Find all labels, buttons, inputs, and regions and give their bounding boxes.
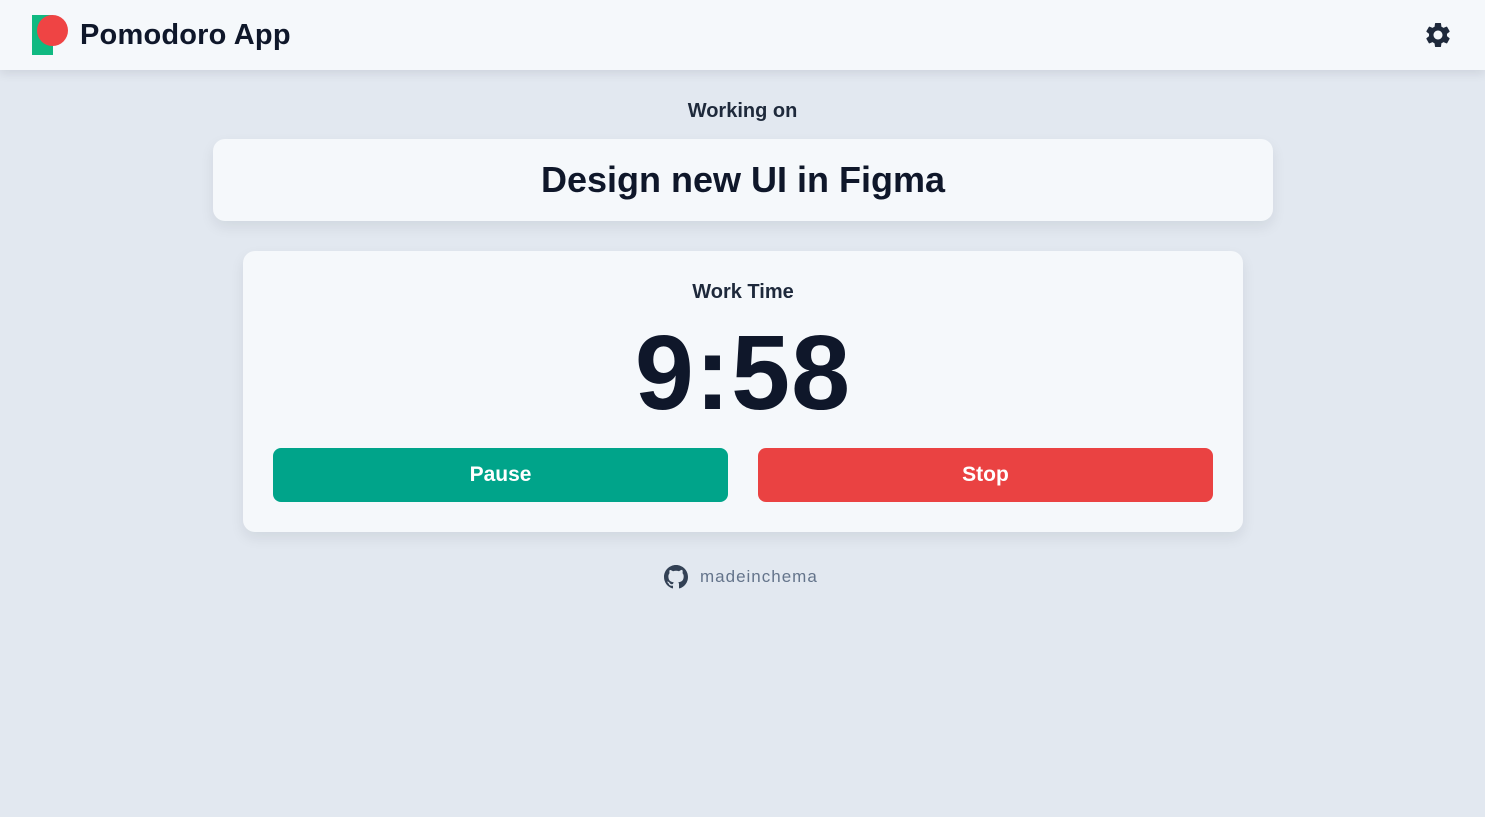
pause-button[interactable]: Pause <box>273 448 728 502</box>
task-card: Design new UI in Figma <box>213 139 1273 221</box>
github-username[interactable]: madeinchema <box>700 567 818 587</box>
gear-icon[interactable] <box>1423 20 1453 50</box>
timer-mode-label: Work Time <box>692 281 794 303</box>
task-title: Design new UI in Figma <box>540 159 946 200</box>
logo-dot <box>37 15 68 46</box>
github-link[interactable]: madeinchema <box>664 565 818 589</box>
stop-button[interactable]: Stop <box>758 448 1213 502</box>
working-on-label: Working on <box>687 100 798 122</box>
brand: Pomodoro App <box>32 15 291 55</box>
timer-display: 9:58 <box>634 314 852 432</box>
github-icon[interactable] <box>664 565 688 589</box>
app-header: Pomodoro App <box>0 0 1485 70</box>
app-title: Pomodoro App <box>80 18 291 51</box>
timer-card: Work Time 9:58 Pause Stop <box>243 251 1243 532</box>
settings-button[interactable] <box>1423 20 1453 50</box>
pomodoro-logo <box>32 15 68 55</box>
